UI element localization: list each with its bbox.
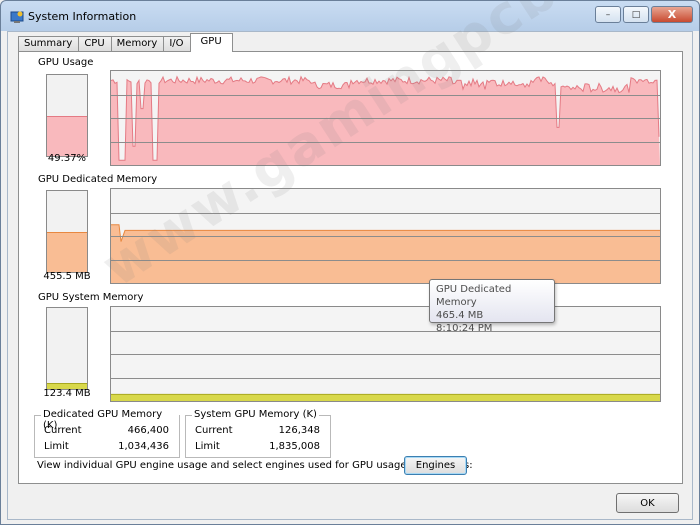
minimize-button[interactable]: –: [595, 6, 621, 23]
system-current-value: 126,348: [278, 425, 320, 436]
dedicated-memory-gauge: [46, 190, 88, 273]
tab-strip: Summary CPU Memory I/O GPU: [18, 33, 233, 52]
dedicated-memory-value: 455.5 MB: [43, 271, 91, 282]
window-title: System Information: [28, 10, 137, 23]
gpu-usage-gauge: [46, 74, 88, 157]
caption-buttons: – □ X: [595, 6, 693, 23]
tab-io[interactable]: I/O: [163, 36, 190, 52]
close-button[interactable]: X: [651, 6, 693, 23]
gpu-usage-gauge-fill: [47, 116, 87, 156]
dedicated-gpu-memory-group: Dedicated GPU Memory (K) Current 466,400…: [34, 409, 180, 458]
gpu-dedicated-memory-label: GPU Dedicated Memory: [38, 174, 158, 185]
gpu-usage-value: 49.37%: [47, 153, 87, 164]
gpu-usage-graph: [110, 70, 661, 166]
tooltip-title: GPU Dedicated Memory: [436, 284, 512, 308]
system-gpu-memory-group: System GPU Memory (K) Current 126,348 Li…: [185, 409, 331, 458]
tab-summary[interactable]: Summary: [18, 36, 79, 52]
gpu-usage-area: [111, 76, 660, 165]
dedicated-memory-area: [111, 224, 660, 283]
system-memory-area: [111, 394, 660, 401]
tab-cpu[interactable]: CPU: [78, 36, 111, 52]
graph-tooltip: GPU Dedicated Memory 465.4 MB 8:10:24 PM: [429, 279, 555, 334]
system-info-app-icon: [10, 11, 24, 23]
system-memory-graph: [110, 306, 661, 402]
title-bar[interactable]: System Information – □ X: [1, 1, 699, 31]
gpu-system-memory-label: GPU System Memory: [38, 292, 144, 303]
system-current-label: Current: [195, 425, 233, 436]
dedicated-memory-graph: [110, 188, 661, 284]
system-memory-value: 123.4 MB: [43, 388, 91, 399]
system-memory-gauge: [46, 307, 88, 390]
dedicated-memory-history-plot: [111, 213, 660, 283]
dialog-client-area: Summary CPU Memory I/O GPU GPU Usage 49.…: [7, 31, 693, 520]
dedicated-limit-label: Limit: [44, 441, 69, 452]
dedicated-current-value: 466,400: [127, 425, 169, 436]
dedicated-memory-gauge-fill: [47, 231, 87, 272]
tab-memory[interactable]: Memory: [110, 36, 164, 52]
gpu-tab-panel: GPU Usage 49.37% GPU Dedicated Memory 45…: [18, 51, 683, 484]
engines-button[interactable]: Engines: [404, 456, 467, 475]
dedicated-current-label: Current: [44, 425, 82, 436]
ok-button[interactable]: OK: [616, 493, 679, 513]
tab-gpu[interactable]: GPU: [189, 33, 233, 52]
gpu-usage-label: GPU Usage: [38, 57, 94, 68]
system-limit-value: 1,835,008: [269, 441, 320, 452]
tooltip-value: 465.4 MB: [436, 310, 484, 321]
system-memory-history-plot: [111, 331, 660, 401]
gpu-usage-history-plot: [111, 75, 660, 165]
system-gpu-memory-title: System GPU Memory (K): [192, 409, 319, 420]
tooltip-time: 8:10:24 PM: [436, 323, 493, 334]
maximize-button[interactable]: □: [623, 6, 649, 23]
system-limit-label: Limit: [195, 441, 220, 452]
dedicated-limit-value: 1,034,436: [118, 441, 169, 452]
system-information-window: System Information – □ X Summary CPU Mem…: [0, 0, 700, 525]
